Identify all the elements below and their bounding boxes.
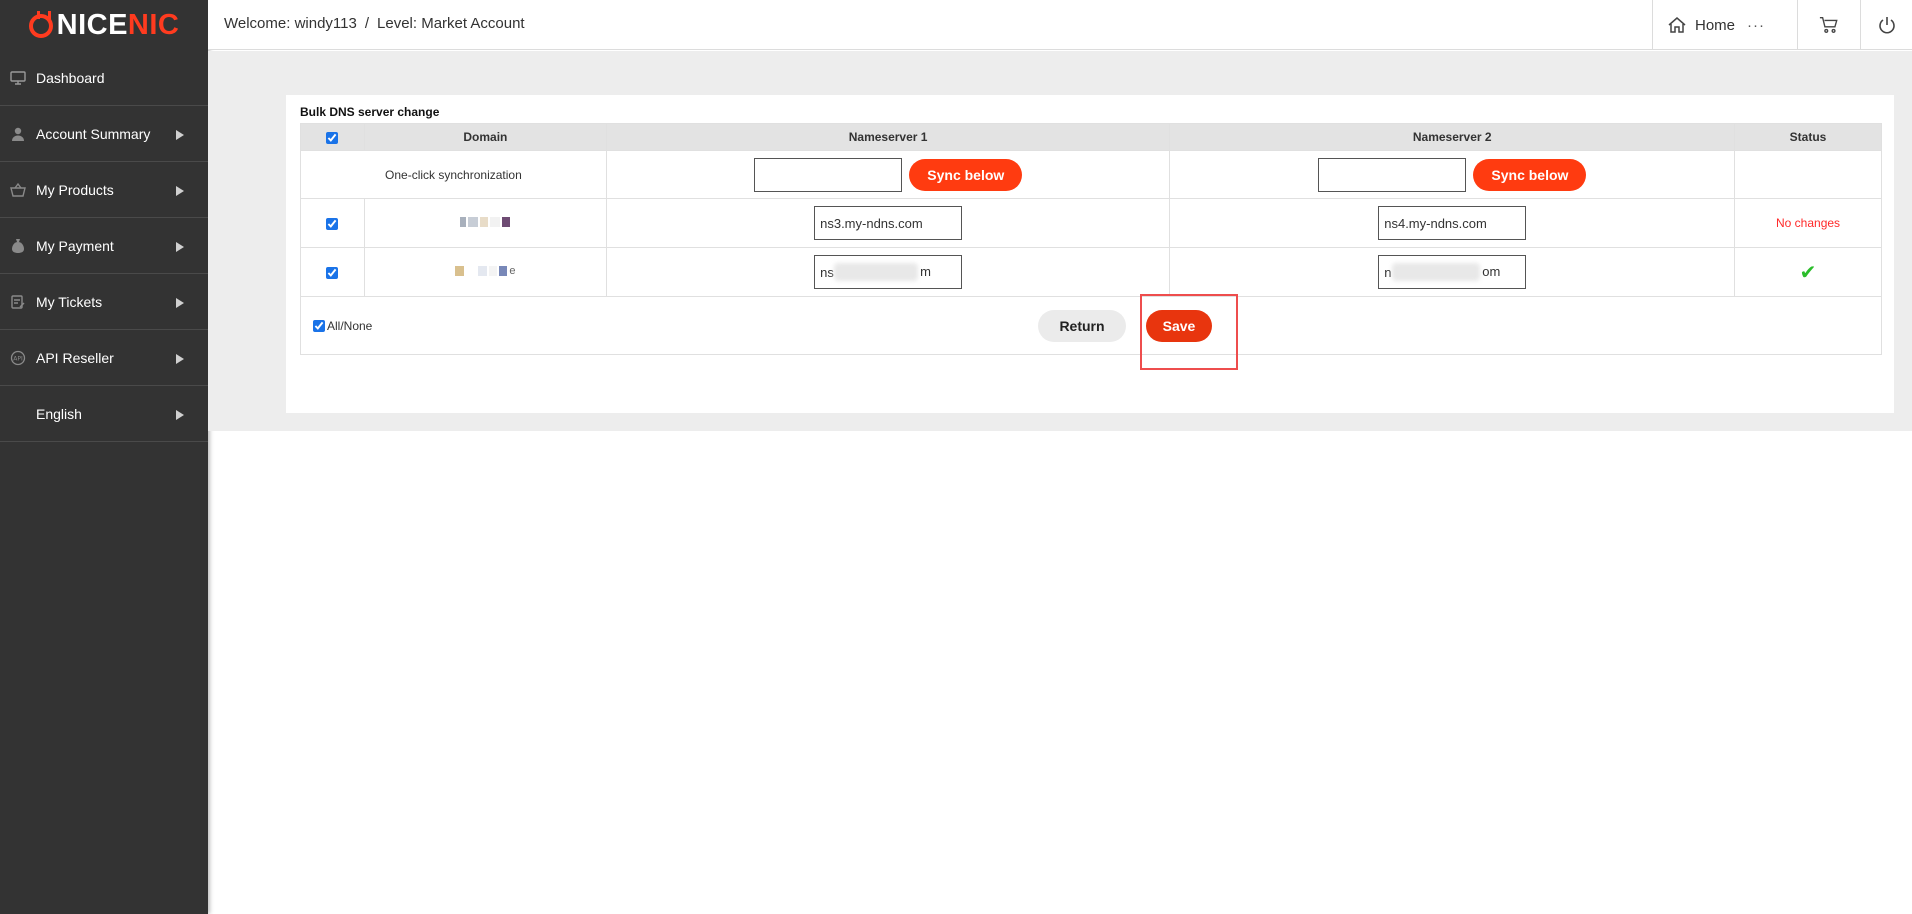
sidebar-item-my-payment[interactable]: My Payment: [0, 218, 208, 274]
chevron-right-icon: [176, 409, 184, 420]
sidebar-item-my-products[interactable]: My Products: [0, 162, 208, 218]
ns2-input[interactable]: [1378, 206, 1527, 240]
api-icon: API: [10, 350, 26, 366]
money-bag-icon: [10, 238, 26, 254]
nicenic-logo[interactable]: NICE NIC: [0, 0, 208, 50]
welcome-user: Welcome: windy113: [224, 15, 357, 32]
sync-below-ns2-button[interactable]: Sync below: [1473, 158, 1587, 191]
row-checkbox-cell: [300, 198, 365, 248]
chevron-right-icon: [176, 241, 184, 252]
user-icon: [10, 126, 26, 142]
ns2-cell: om: [1169, 247, 1736, 297]
table-row: No changes: [300, 198, 1882, 248]
header-status: Status: [1734, 123, 1882, 151]
ticket-icon: [10, 294, 26, 310]
row-checkbox[interactable]: [326, 266, 339, 279]
ns2-tail: om: [1482, 264, 1501, 279]
status-cell: ✔: [1734, 247, 1882, 297]
top-actions: Home ···: [1652, 0, 1912, 50]
sync-status-cell: [1734, 150, 1882, 199]
logo-text-right: NIC: [127, 8, 180, 41]
chevron-right-icon: [176, 129, 184, 140]
redacted-domain: [460, 217, 511, 227]
ns2-input-wrap: om: [1378, 255, 1527, 289]
sidebar-item-language[interactable]: English: [0, 386, 208, 442]
header-domain: Domain: [363, 123, 607, 151]
logout-button[interactable]: [1860, 0, 1912, 50]
header-ns1: Nameserver 1: [605, 123, 1171, 151]
sidebar-item-api-reseller[interactable]: API API Reseller: [0, 330, 208, 386]
ns1-input[interactable]: [814, 206, 963, 240]
redaction-blur: [834, 263, 919, 281]
sidebar-item-label: Dashboard: [36, 69, 105, 86]
sync-label: One-click synchronization: [300, 150, 607, 199]
sync-ns2-input[interactable]: [1318, 157, 1467, 192]
sidebar-item-label: My Products: [36, 181, 114, 198]
welcome-separator: /: [364, 15, 370, 32]
sidebar-item-label: Account Summary: [36, 125, 151, 142]
table-row: e m om ✔: [300, 247, 1882, 297]
row-checkbox-cell: [300, 247, 365, 297]
all-none-checkbox[interactable]: [313, 320, 325, 333]
chevron-right-icon: [176, 353, 184, 364]
basket-icon: [10, 182, 26, 198]
ns1-tail: m: [920, 264, 931, 279]
return-button[interactable]: Return: [1038, 310, 1126, 342]
logo-ring-icon: [28, 11, 53, 38]
chevron-right-icon: [176, 185, 184, 196]
sidebar-item-label: My Payment: [36, 237, 114, 254]
ns1-cell: [605, 198, 1171, 248]
more-dots-icon[interactable]: ···: [1747, 17, 1765, 34]
sidebar-item-label: API Reseller: [36, 349, 114, 366]
monitor-icon: [10, 70, 26, 86]
redaction-blur: [1392, 263, 1481, 281]
sidebar-item-label: My Tickets: [36, 293, 103, 310]
domain-tail: e: [509, 265, 516, 277]
bulk-dns-panel: Bulk DNS server change Domain Nameserver…: [286, 95, 1894, 413]
ns1-input-wrap: m: [814, 255, 963, 289]
cart-icon: [1819, 17, 1838, 33]
home-link[interactable]: Home ···: [1652, 0, 1797, 50]
header-ns2: Nameserver 2: [1169, 123, 1736, 151]
home-label: Home: [1695, 16, 1736, 34]
panel-title: Bulk DNS server change: [300, 105, 440, 119]
ns2-cell: [1169, 198, 1736, 248]
status-text: No changes: [1776, 216, 1841, 230]
sync-ns1-input[interactable]: [753, 157, 902, 192]
account-level: Level: Market Account: [377, 15, 525, 32]
logo-text-left: NICE: [56, 8, 128, 41]
svg-text:API: API: [13, 355, 23, 362]
all-none-label: All/None: [327, 318, 373, 333]
home-icon: [1668, 17, 1686, 33]
sidebar-item-account-summary[interactable]: Account Summary: [0, 106, 208, 162]
language-spacer: [10, 406, 26, 422]
status-cell: No changes: [1734, 198, 1882, 248]
sync-ns1-cell: Sync below: [605, 150, 1171, 199]
table-header-row: Domain Nameserver 1 Nameserver 2 Status: [300, 123, 1882, 151]
sidebar-item-label: English: [36, 405, 82, 422]
domain-cell: e: [363, 247, 607, 297]
sidebar: NICE NIC Dashboard Account Summary My Pro…: [0, 0, 208, 914]
save-highlight-box: [1140, 294, 1238, 370]
chevron-right-icon: [176, 297, 184, 308]
check-icon: ✔: [1799, 261, 1817, 284]
ns1-cell: m: [605, 247, 1171, 297]
header-checkbox-cell: [300, 123, 365, 151]
row-checkbox[interactable]: [326, 217, 339, 230]
domain-cell: [363, 198, 607, 248]
cart-button[interactable]: [1797, 0, 1860, 50]
sidebar-item-my-tickets[interactable]: My Tickets: [0, 274, 208, 330]
redacted-domain: e: [455, 265, 515, 277]
sync-row: One-click synchronization Sync below Syn…: [300, 150, 1882, 199]
sidebar-item-dashboard[interactable]: Dashboard: [0, 50, 208, 106]
sync-below-ns1-button[interactable]: Sync below: [909, 158, 1023, 191]
power-icon: [1878, 17, 1895, 34]
top-header: Welcome: windy113/Level: Market Account …: [208, 0, 1912, 50]
sync-ns2-cell: Sync below: [1169, 150, 1736, 199]
welcome-text: Welcome: windy113 / Level: Market Account: [224, 15, 525, 32]
select-all-header-checkbox[interactable]: [326, 131, 339, 144]
